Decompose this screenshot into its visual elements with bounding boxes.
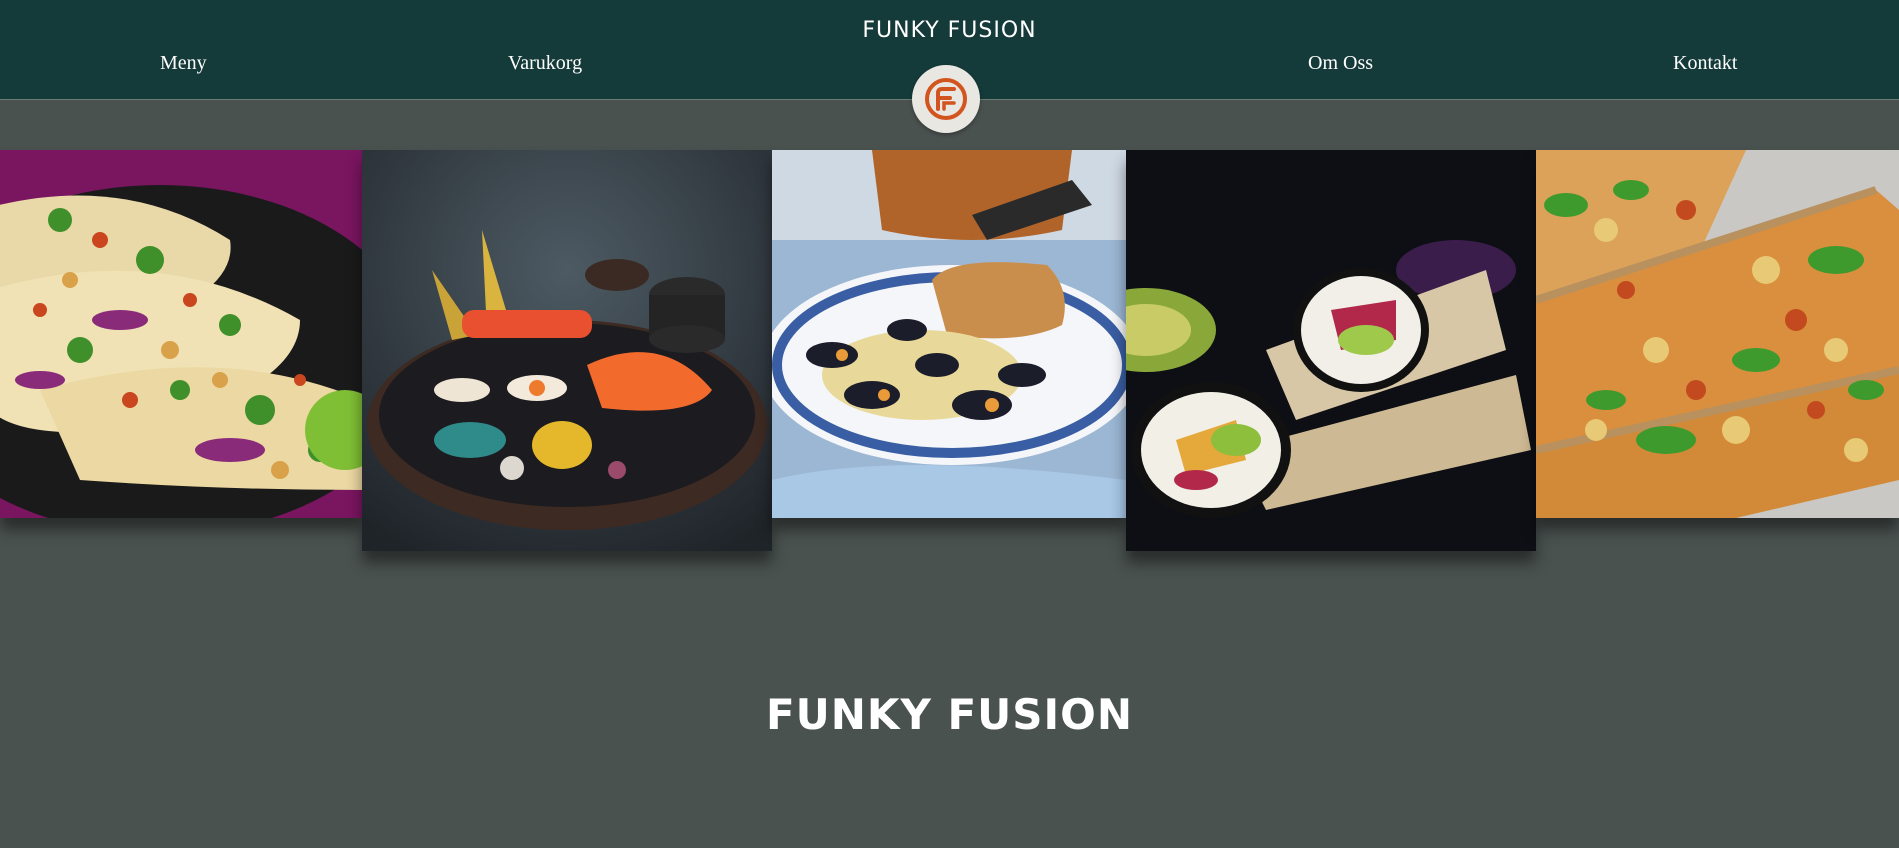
nav-contact-link[interactable]: Kontakt bbox=[1673, 52, 1737, 75]
ff-monogram-icon bbox=[925, 78, 967, 120]
sushi-burrito-photo bbox=[1126, 150, 1536, 551]
pizza-photo bbox=[1536, 150, 1899, 518]
tacos-photo bbox=[0, 150, 362, 518]
nav-about-link[interactable]: Om Oss bbox=[1308, 52, 1373, 75]
hero-title: FUNKY FUSION bbox=[765, 690, 1134, 739]
nav-cart-link[interactable]: Varukorg bbox=[508, 52, 582, 75]
sushi-photo bbox=[362, 150, 772, 551]
site-title: FUNKY FUSION bbox=[862, 18, 1037, 43]
logo-button[interactable] bbox=[912, 65, 980, 133]
food-gallery bbox=[0, 150, 1899, 555]
nav-menu-link[interactable]: Meny bbox=[160, 52, 207, 75]
mussels-pasta-photo bbox=[772, 150, 1126, 518]
